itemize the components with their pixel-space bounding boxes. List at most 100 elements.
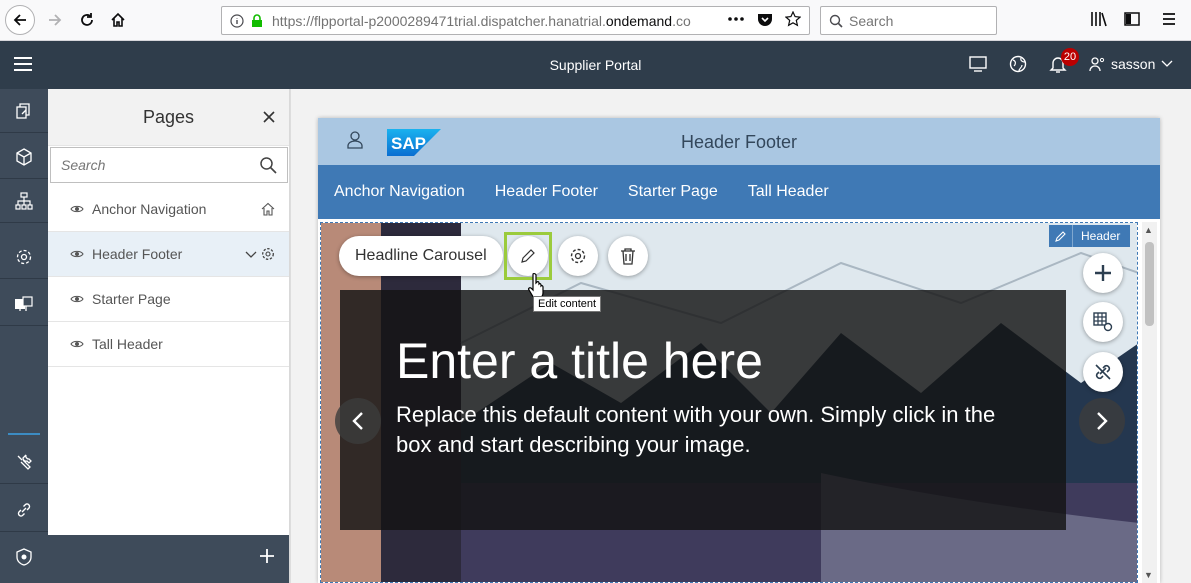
- gear-icon[interactable]: [261, 247, 275, 261]
- rail-security-button[interactable]: [0, 535, 48, 579]
- page-item-label: Starter Page: [92, 291, 171, 307]
- bookmark-star-icon[interactable]: [785, 11, 801, 27]
- plus-icon: [260, 549, 274, 563]
- forward-button[interactable]: [40, 5, 70, 35]
- menu-icon[interactable]: [1161, 10, 1177, 28]
- url-text: https://flpportal-p2000289471trial.dispa…: [272, 12, 691, 29]
- carousel-next-button[interactable]: [1079, 398, 1125, 444]
- rail-links-button[interactable]: [0, 488, 48, 532]
- rail-apps-button[interactable]: [0, 135, 48, 179]
- eye-icon: [70, 204, 84, 214]
- page-actions-icon[interactable]: [727, 16, 745, 22]
- page-item-tall-header[interactable]: Tall Header: [48, 322, 289, 367]
- reload-button[interactable]: [72, 5, 102, 35]
- home-icon: [261, 202, 275, 216]
- edit-content-tooltip: Edit content: [533, 296, 602, 312]
- page-item-label: Header Footer: [92, 246, 183, 262]
- rail-design-button[interactable]: [0, 282, 48, 326]
- user-settings-icon: [1089, 57, 1105, 72]
- eye-icon: [70, 294, 84, 304]
- carousel-caption-box[interactable]: Enter a title here Replace this default …: [340, 290, 1066, 530]
- carousel-title[interactable]: Enter a title here: [396, 332, 763, 390]
- scroll-down-icon[interactable]: ▼: [1144, 570, 1153, 580]
- pages-search-input[interactable]: [61, 157, 251, 173]
- add-section-button[interactable]: [1083, 253, 1123, 293]
- browser-search-box[interactable]: [820, 6, 997, 35]
- pencil-icon[interactable]: [1049, 225, 1073, 247]
- device-preview-icon[interactable]: [969, 55, 987, 73]
- unlink-section-button[interactable]: [1083, 352, 1123, 392]
- lock-icon: [252, 13, 262, 27]
- scroll-thumb[interactable]: [1145, 242, 1154, 326]
- rail-tools-button[interactable]: [0, 440, 48, 484]
- carousel-prev-button[interactable]: [335, 398, 381, 444]
- user-name: sasson: [1111, 56, 1156, 72]
- wrench-icon: [17, 454, 32, 470]
- rail-hierarchy-button[interactable]: [0, 179, 48, 223]
- page-item-header-footer[interactable]: Header Footer: [48, 232, 289, 277]
- page-item-anchor-navigation[interactable]: Anchor Navigation: [48, 187, 289, 232]
- search-icon[interactable]: [259, 156, 277, 174]
- address-bar[interactable]: https://flpportal-p2000289471trial.dispa…: [221, 6, 810, 35]
- site-nav-anchor-navigation[interactable]: Anchor Navigation: [334, 183, 465, 201]
- pages-panel-header: Pages: [48, 89, 289, 146]
- globe-icon[interactable]: [1009, 55, 1027, 73]
- cube-icon: [16, 147, 32, 166]
- close-icon: [263, 111, 275, 123]
- back-button[interactable]: [5, 5, 35, 35]
- header-section-label: Header: [1081, 229, 1121, 243]
- chevron-left-icon: [352, 412, 363, 430]
- hierarchy-icon: [15, 191, 33, 210]
- arrow-right-icon: [49, 14, 62, 26]
- carousel-description[interactable]: Replace this default content with your o…: [396, 400, 1036, 460]
- sidebar-toggle-icon[interactable]: [1123, 10, 1141, 28]
- layout-settings-button[interactable]: [1083, 302, 1123, 342]
- design-icon: [15, 295, 33, 311]
- eye-icon: [70, 249, 84, 259]
- user-menu[interactable]: sasson: [1089, 56, 1173, 72]
- page-item-label: Tall Header: [92, 336, 163, 352]
- scroll-up-icon[interactable]: ▲: [1144, 225, 1153, 235]
- close-panel-button[interactable]: [263, 111, 275, 123]
- page-item-label: Anchor Navigation: [92, 201, 207, 217]
- shell-header: Supplier Portal 20 sasson: [0, 41, 1191, 89]
- rail-settings-button[interactable]: [0, 235, 48, 279]
- site-nav-header-footer[interactable]: Header Footer: [495, 183, 598, 201]
- info-icon[interactable]: [230, 13, 244, 28]
- grid-settings-icon: [1093, 312, 1113, 332]
- pages-search-field[interactable]: [50, 147, 288, 183]
- unlink-icon: [1095, 364, 1111, 380]
- chevron-right-icon: [1097, 412, 1108, 430]
- arrow-left-icon: [13, 14, 26, 26]
- browser-search-input[interactable]: [849, 12, 989, 29]
- chevron-down-icon: [1161, 60, 1173, 67]
- delete-widget-button[interactable]: [608, 236, 648, 276]
- eye-icon: [70, 339, 84, 349]
- home-icon: [111, 12, 125, 27]
- pages-icon: [16, 102, 30, 119]
- site-nav-starter-page[interactable]: Starter Page: [628, 183, 718, 201]
- site-header-title: Header Footer: [680, 132, 798, 152]
- site-nav-tall-header[interactable]: Tall Header: [748, 183, 829, 201]
- plus-icon: [1095, 265, 1111, 281]
- pages-panel: Pages Anchor Navigation Header Footer St…: [48, 89, 290, 583]
- chevron-down-icon[interactable]: [245, 247, 257, 261]
- library-icon[interactable]: [1090, 10, 1108, 28]
- header-section-tag[interactable]: Header: [1049, 225, 1131, 247]
- page-item-starter-page[interactable]: Starter Page: [48, 277, 289, 322]
- pocket-icon[interactable]: [757, 11, 773, 27]
- side-rail: [0, 89, 48, 583]
- pages-list: Anchor Navigation Header Footer Starter …: [48, 187, 289, 367]
- browser-toolbar: https://flpportal-p2000289471trial.dispa…: [0, 0, 1191, 41]
- home-button[interactable]: [103, 5, 133, 35]
- shield-icon: [16, 548, 32, 566]
- gear-icon: [570, 248, 586, 264]
- rail-separator: [8, 433, 40, 435]
- preview-scrollbar[interactable]: ▲ ▼: [1142, 222, 1157, 583]
- link-icon: [17, 502, 31, 517]
- widget-settings-button[interactable]: [558, 236, 598, 276]
- site-navigation: Anchor Navigation Header Footer Starter …: [318, 165, 1160, 219]
- rail-pages-button[interactable]: [0, 89, 48, 133]
- add-page-button[interactable]: [259, 548, 275, 564]
- pages-panel-footer: [48, 535, 289, 583]
